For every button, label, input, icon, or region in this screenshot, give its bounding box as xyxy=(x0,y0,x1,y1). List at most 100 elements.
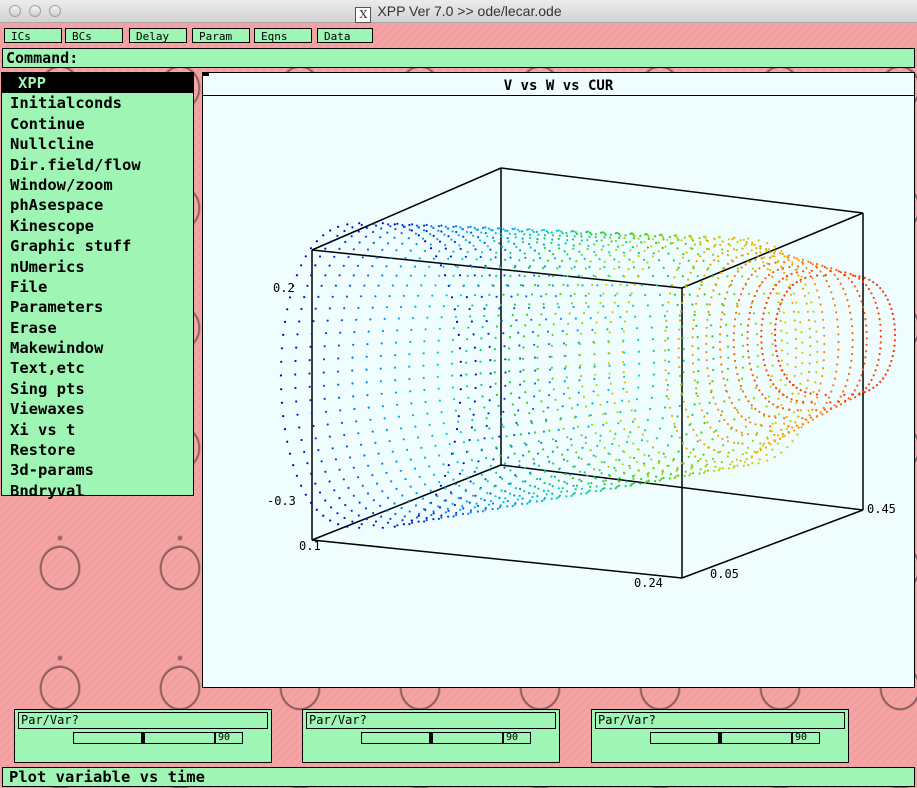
graph-window[interactable]: V vs W vs CUR 0.2 -0.3 0.1 0.24 0.05 0.4… xyxy=(202,72,915,688)
orbit-point xyxy=(309,247,313,250)
orbit-point xyxy=(513,413,517,416)
orbit-point xyxy=(663,406,666,409)
orbit-point xyxy=(337,225,340,228)
orbit-point xyxy=(790,272,793,276)
orbit-point xyxy=(591,283,594,286)
menu-item-sing-pts[interactable]: Sing pts xyxy=(2,379,193,399)
menu-item-erase[interactable]: Erase xyxy=(2,318,193,338)
orbit-point xyxy=(371,430,374,433)
orbit-point xyxy=(844,271,847,274)
menu-item-makewindow[interactable]: Makewindow xyxy=(2,338,193,358)
orbit-point xyxy=(804,276,807,279)
orbit-point xyxy=(557,487,560,490)
eqns-button[interactable]: Eqns xyxy=(254,28,312,43)
orbit-point xyxy=(704,470,707,473)
orbit-point xyxy=(649,315,652,318)
menu-item-viewaxes[interactable]: Viewaxes xyxy=(2,399,193,419)
orbit-point xyxy=(646,440,649,443)
orbit-point xyxy=(719,414,723,417)
orbit-point xyxy=(864,318,867,321)
slider-1-label[interactable]: Par/Var? xyxy=(18,712,268,729)
orbit-point xyxy=(775,349,778,353)
orbit-point xyxy=(308,385,311,388)
slider-2-thumb[interactable] xyxy=(428,733,433,743)
orbit-point xyxy=(801,362,804,365)
orbit-point xyxy=(791,261,794,264)
menu-item-phasespace[interactable]: phAsespace xyxy=(2,195,193,215)
orbit-point xyxy=(794,421,797,424)
orbit-point xyxy=(393,525,396,528)
orbit-point xyxy=(808,362,811,365)
orbit-point xyxy=(372,241,375,244)
menu-item-dir-field-flow[interactable]: Dir.field/flow xyxy=(2,155,193,175)
orbit-point xyxy=(534,369,537,372)
orbit-point xyxy=(396,222,399,225)
slider-3-thumb[interactable] xyxy=(717,733,722,743)
orbit-point xyxy=(594,331,597,334)
orbit-point xyxy=(735,256,738,259)
orbit-point xyxy=(782,311,785,314)
orbit-point xyxy=(744,418,747,421)
menu-item-restore[interactable]: Restore xyxy=(2,440,193,460)
orbit-point xyxy=(762,312,765,315)
menu-item-window-zoom[interactable]: Window/zoom xyxy=(2,175,193,195)
menu-item-xpp[interactable]: XPP xyxy=(2,73,193,94)
menu-item-xi-vs-t[interactable]: Xi vs t xyxy=(2,420,193,440)
menu-item-initialconds[interactable]: Initialconds xyxy=(2,93,193,113)
command-bar[interactable]: Command: xyxy=(2,48,915,68)
plot-canvas[interactable]: 0.2 -0.3 0.1 0.24 0.05 0.45 xyxy=(203,73,914,687)
orbit-point xyxy=(422,364,425,367)
orbit-point xyxy=(447,235,450,238)
menu-item-3d-params[interactable]: 3d-params xyxy=(2,460,193,480)
menu-item-nullcline[interactable]: Nullcline xyxy=(2,134,193,154)
orbit-point xyxy=(426,316,429,319)
slider-1-track[interactable] xyxy=(73,732,215,744)
orbit-point xyxy=(550,475,553,478)
orbit-point xyxy=(693,310,696,313)
menu-item-graphic-stuff[interactable]: Graphic stuff xyxy=(2,236,193,256)
orbit-point xyxy=(813,402,817,405)
orbit-point xyxy=(528,303,531,306)
orbit-point xyxy=(466,250,469,254)
param-button[interactable]: Param xyxy=(192,28,250,43)
slider-3-track[interactable] xyxy=(650,732,792,744)
orbit-point xyxy=(455,511,458,515)
orbit-point xyxy=(657,451,660,454)
data-button[interactable]: Data xyxy=(317,28,373,43)
menu-item-bndryval[interactable]: Bndryval xyxy=(2,481,193,501)
orbit-point xyxy=(510,324,513,327)
ics-button[interactable]: ICs xyxy=(4,28,62,43)
orbit-point xyxy=(526,228,529,231)
orbit-point xyxy=(452,274,455,277)
orbit-point xyxy=(807,370,811,374)
orbit-point xyxy=(578,250,581,253)
orbit-point xyxy=(523,335,526,338)
slider-3-label[interactable]: Par/Var? xyxy=(595,712,845,729)
orbit-point xyxy=(667,252,670,255)
orbit-point xyxy=(401,519,404,522)
menu-item-parameters[interactable]: Parameters xyxy=(2,297,193,317)
delay-button[interactable]: Delay xyxy=(129,28,187,43)
menu-item-kinescope[interactable]: Kinescope xyxy=(2,216,193,236)
orbit-point xyxy=(473,226,476,230)
slider-2-label[interactable]: Par/Var? xyxy=(306,712,556,729)
orbit-point xyxy=(414,232,417,235)
slider-1-thumb[interactable] xyxy=(140,733,145,743)
slider-2-track[interactable] xyxy=(361,732,503,744)
menu-item-file[interactable]: File xyxy=(2,277,193,297)
orbit-point xyxy=(742,238,745,241)
orbit-point xyxy=(504,248,507,251)
orbit-point xyxy=(780,428,783,431)
orbit-point xyxy=(809,353,812,356)
orbit-point xyxy=(428,423,431,426)
menu-item-text-etc[interactable]: Text,etc xyxy=(2,358,193,378)
orbit-point xyxy=(780,250,783,253)
orbit-point xyxy=(360,223,363,227)
orbit-point xyxy=(751,374,754,377)
orbit-point xyxy=(402,438,405,441)
menu-item-continue[interactable]: Continue xyxy=(2,114,193,134)
bcs-button[interactable]: BCs xyxy=(65,28,123,43)
menu-item-numerics[interactable]: nUmerics xyxy=(2,257,193,277)
orbit-point xyxy=(554,312,557,315)
orbit-point xyxy=(609,487,612,490)
